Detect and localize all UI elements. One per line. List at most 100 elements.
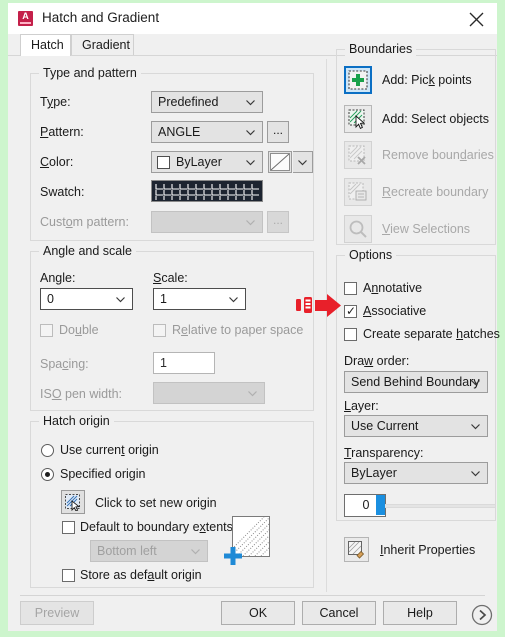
tab-gradient[interactable]: Gradient <box>71 34 134 56</box>
tab-hatch[interactable]: Hatch <box>20 34 71 56</box>
use-current-origin-label: Use current origin <box>60 443 159 457</box>
create-separate-hatches-checkbox[interactable] <box>344 328 357 341</box>
chevron-down-icon <box>246 130 255 136</box>
boundaries-legend: Boundaries <box>345 42 416 56</box>
custom-pattern-label: Custom pattern: <box>40 215 129 229</box>
spacing-value: 1 <box>160 356 167 370</box>
double-label: Double <box>59 323 99 337</box>
transparency-slider-track[interactable] <box>378 504 496 508</box>
specified-origin-radio[interactable] <box>41 468 54 481</box>
custom-pattern-combo <box>151 211 263 233</box>
add-pick-points-label: Add: Pick points <box>382 73 472 87</box>
background-color-dropdown[interactable] <box>293 151 313 173</box>
logo-letter: A <box>22 11 29 21</box>
color-combo[interactable]: ByLayer <box>151 151 263 173</box>
chevron-down-icon <box>229 297 238 303</box>
pattern-swatch-preview[interactable] <box>151 180 263 202</box>
pattern-browse-button[interactable]: ... <box>267 121 289 143</box>
store-as-default-origin-checkbox[interactable] <box>62 569 75 582</box>
iso-pen-width-combo <box>153 382 265 404</box>
recreate-boundary-icon <box>348 182 368 202</box>
view-selections-button <box>344 215 372 243</box>
chevron-down-icon <box>248 391 257 397</box>
associative-checkbox[interactable]: ✓ <box>344 305 357 318</box>
swatch-pattern-area <box>154 183 260 199</box>
ok-label: OK <box>249 606 267 620</box>
inherit-properties-button[interactable] <box>344 537 369 562</box>
help-label: Help <box>407 606 433 620</box>
transparency-slider-thumb[interactable] <box>376 495 385 515</box>
pattern-combo[interactable]: ANGLE <box>151 121 263 143</box>
cancel-label: Cancel <box>320 606 359 620</box>
default-to-boundary-extents-checkbox[interactable] <box>62 521 75 534</box>
type-label: Type: <box>40 95 71 109</box>
add-select-objects-label: Add: Select objects <box>382 112 489 126</box>
expand-dialog-button[interactable] <box>471 604 493 626</box>
store-as-default-origin-label: Store as default origin <box>80 568 202 582</box>
scale-label: Scale: <box>153 271 188 285</box>
angle-value: 0 <box>47 292 54 306</box>
transparency-label: Transparency: <box>344 446 423 460</box>
use-current-origin-radio[interactable] <box>41 444 54 457</box>
help-button[interactable]: Help <box>383 601 457 625</box>
iso-pen-width-label: ISO pen width: <box>40 387 122 401</box>
spacing-label: Spacing: <box>40 357 89 371</box>
chevron-down-icon <box>471 380 480 386</box>
associative-label: Associative <box>363 304 426 318</box>
transparency-combo[interactable]: ByLayer <box>344 462 488 484</box>
custom-pattern-browse-button: ... <box>267 211 289 233</box>
hatch-and-gradient-dialog: A Hatch and Gradient Hatch Gradient Type… <box>8 3 497 631</box>
relative-to-paper-space-label: Relative to paper space <box>172 323 303 337</box>
specified-origin-label: Specified origin <box>60 467 145 481</box>
scale-value: 1 <box>160 292 167 306</box>
inherit-properties-label: Inherit Properties <box>380 543 475 557</box>
window-title: Hatch and Gradient <box>42 10 159 25</box>
chevron-right-circle-icon <box>471 604 493 626</box>
color-combo-value: ByLayer <box>176 155 222 169</box>
scale-combo[interactable]: 1 <box>153 288 246 310</box>
angle-combo[interactable]: 0 <box>40 288 133 310</box>
preview-button[interactable]: Preview <box>20 601 94 625</box>
angle-hatch-pattern-icon <box>154 183 262 201</box>
add-select-objects-button[interactable] <box>344 105 372 133</box>
cancel-button[interactable]: Cancel <box>302 601 376 625</box>
layer-label: Layer: <box>344 399 379 413</box>
panel-divider <box>326 59 327 592</box>
draw-order-combo[interactable]: Send Behind Boundary <box>344 371 488 393</box>
pattern-combo-value: ANGLE <box>158 125 200 139</box>
close-icon[interactable] <box>463 8 489 30</box>
draw-order-label: Draw order: <box>344 354 409 368</box>
blue-plus-icon <box>223 546 243 566</box>
options-legend: Options <box>345 248 396 262</box>
pick-origin-icon <box>65 494 82 511</box>
tab-hatch-label: Hatch <box>31 38 64 52</box>
remove-boundaries-icon <box>348 145 368 165</box>
relative-to-paper-space-checkbox <box>153 324 166 337</box>
default-to-boundary-extents-label: Default to boundary extents <box>80 520 233 534</box>
boundary-extents-corner-combo: Bottom left <box>90 540 208 562</box>
layer-combo[interactable]: Use Current <box>344 415 488 437</box>
swatch-label: Swatch: <box>40 185 84 199</box>
chevron-down-icon <box>191 549 200 555</box>
annotative-checkbox[interactable] <box>344 282 357 295</box>
background-color-preview[interactable] <box>268 151 292 173</box>
boundary-extents-corner-value: Bottom left <box>97 544 157 558</box>
close-glyph <box>469 12 484 27</box>
spacing-input: 1 <box>153 352 215 374</box>
title-bar: A Hatch and Gradient <box>8 3 497 34</box>
chevron-down-icon <box>246 160 255 166</box>
angle-label: Angle: <box>40 271 75 285</box>
set-new-origin-button[interactable] <box>61 490 85 514</box>
color-label: Color: <box>40 155 73 169</box>
add-pick-points-button[interactable] <box>344 66 372 94</box>
ok-button[interactable]: OK <box>221 601 295 625</box>
chevron-down-icon <box>246 220 255 226</box>
no-color-diagonal-icon <box>269 152 291 172</box>
select-objects-icon <box>348 109 368 129</box>
double-checkbox <box>40 324 53 337</box>
chevron-down-icon <box>116 297 125 303</box>
preview-label: Preview <box>35 606 79 620</box>
type-combo-value: Predefined <box>158 95 218 109</box>
type-combo[interactable]: Predefined <box>151 91 263 113</box>
pattern-browse-label: ... <box>273 123 283 137</box>
